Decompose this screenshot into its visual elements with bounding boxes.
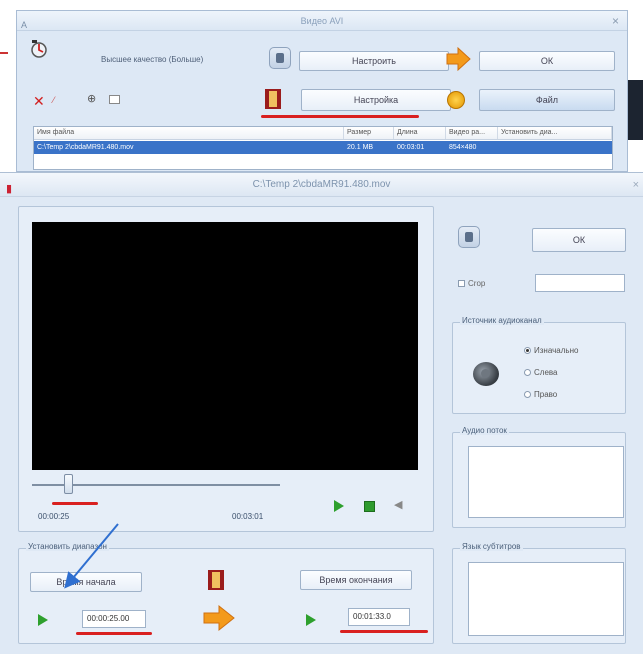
annotation-arrow (64, 523, 119, 589)
